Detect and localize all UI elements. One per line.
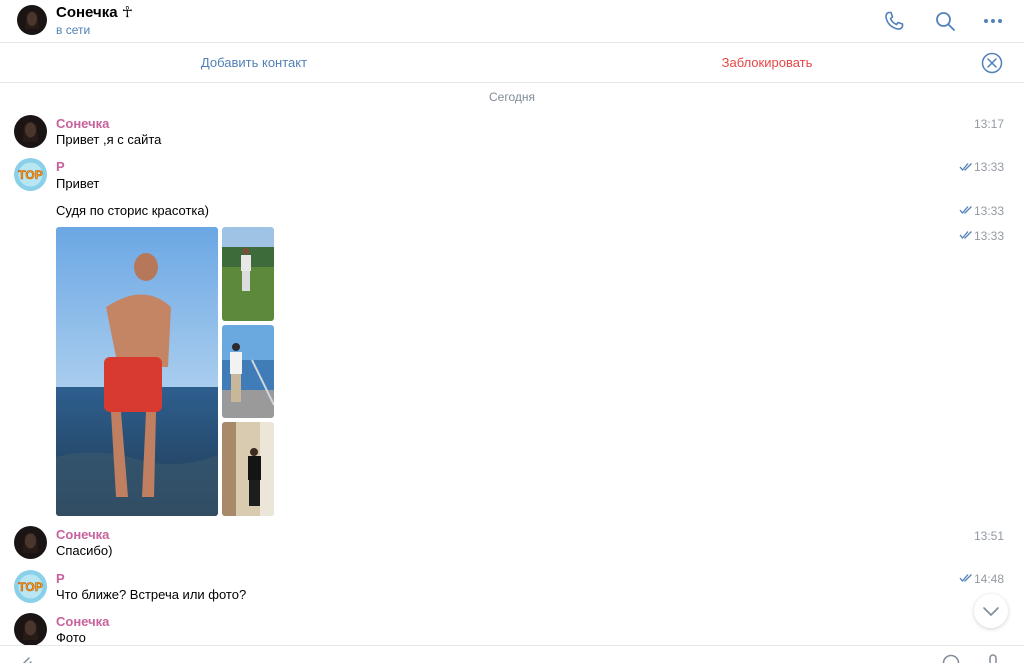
read-check-icon: [959, 231, 972, 240]
contact-name: Сонечка ☥: [56, 4, 133, 21]
message-text: Что ближе? Встреча или фото?: [56, 587, 247, 602]
own-avatar[interactable]: TOP: [14, 570, 47, 603]
chevron-down-icon: [983, 607, 999, 616]
read-check-icon: [959, 574, 972, 583]
message-text: Спасибо): [56, 543, 113, 558]
message-text: Судя по сторис красотка): [56, 203, 209, 218]
contact-action-bar: Добавить контакт Заблокировать: [0, 43, 1024, 83]
date-separator: Сегодня: [489, 90, 535, 104]
contact-info[interactable]: Сонечка ☥ в сети: [56, 4, 133, 38]
message-sender[interactable]: Р: [56, 571, 65, 586]
message-sender[interactable]: Сонечка: [56, 116, 109, 131]
chat-header: Сонечка ☥ в сети: [0, 0, 1024, 43]
message-time: 13:33: [973, 160, 1004, 174]
message-sender[interactable]: Сонечка: [56, 527, 109, 542]
own-avatar[interactable]: TOP: [14, 158, 47, 191]
message-time: 13:33: [973, 204, 1004, 218]
attach-icon[interactable]: [16, 654, 34, 663]
phone-icon[interactable]: [882, 9, 906, 33]
svg-text:TOP: TOP: [18, 168, 42, 182]
svg-text:TOP: TOP: [18, 580, 42, 594]
microphone-icon[interactable]: [984, 654, 1002, 663]
message-text: Фото: [56, 630, 86, 645]
read-check-icon: [959, 163, 972, 172]
sender-avatar[interactable]: [14, 613, 47, 646]
sender-avatar[interactable]: [14, 526, 47, 559]
add-contact-button[interactable]: Добавить контакт: [0, 43, 508, 83]
photo-mirror[interactable]: [222, 422, 274, 516]
contact-avatar[interactable]: [17, 5, 47, 35]
message-text: Привет: [56, 176, 100, 191]
block-button[interactable]: Заблокировать: [512, 43, 1022, 83]
emoji-icon[interactable]: [942, 654, 960, 663]
photo-balcony[interactable]: [222, 325, 274, 418]
message-time: 13:17: [973, 117, 1004, 131]
message-time: 14:48: [973, 572, 1004, 586]
read-check-icon: [959, 206, 972, 215]
scroll-down-button[interactable]: [974, 594, 1008, 628]
message-time: 13:33: [973, 229, 1004, 243]
message-time: 13:51: [973, 529, 1004, 543]
message-text: Привет ,я с сайта: [56, 132, 162, 147]
message-sender[interactable]: Р: [56, 159, 65, 174]
more-icon[interactable]: [981, 9, 1005, 33]
online-status: в сети: [56, 23, 91, 37]
message-sender[interactable]: Сонечка: [56, 614, 109, 629]
message-composer: [0, 645, 1024, 663]
search-icon[interactable]: [933, 9, 957, 33]
photo-lawn[interactable]: [222, 227, 274, 321]
sender-avatar[interactable]: [14, 115, 47, 148]
photo-beach[interactable]: [56, 227, 218, 516]
close-icon[interactable]: [981, 52, 1003, 74]
